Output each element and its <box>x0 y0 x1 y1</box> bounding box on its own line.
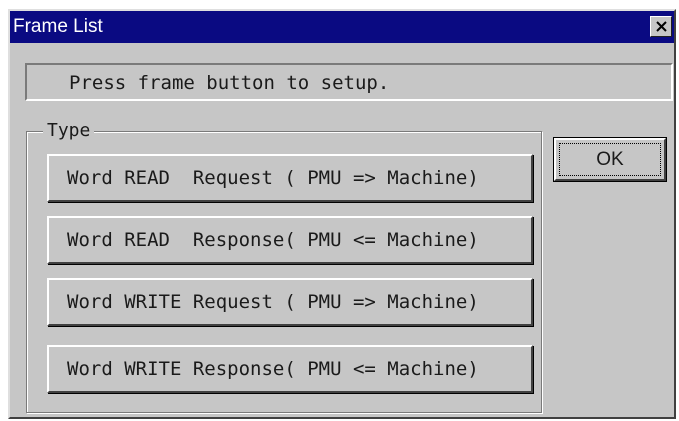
status-message: Press frame button to setup. <box>69 72 390 94</box>
button-label: Word READ Response( PMU <= Machine) <box>67 229 479 251</box>
word-read-request-button[interactable]: Word READ Request ( PMU => Machine) <box>47 154 533 202</box>
close-button[interactable] <box>650 16 672 37</box>
word-write-response-button[interactable]: Word WRITE Response( PMU <= Machine) <box>47 345 533 393</box>
button-label: Word READ Request ( PMU => Machine) <box>67 167 479 189</box>
ok-button-label: OK <box>596 149 624 170</box>
word-read-response-button[interactable]: Word READ Response( PMU <= Machine) <box>47 216 533 264</box>
window-title: Frame List <box>13 16 103 37</box>
close-icon <box>656 21 667 32</box>
title-bar[interactable]: Frame List <box>10 11 674 43</box>
button-label: Word WRITE Response( PMU <= Machine) <box>67 358 479 380</box>
type-groupbox: Type Word READ Request ( PMU => Machine)… <box>26 121 542 413</box>
button-label: Word WRITE Request ( PMU => Machine) <box>67 291 479 313</box>
type-group-label: Type <box>43 121 95 141</box>
status-message-box: Press frame button to setup. <box>25 63 673 101</box>
frame-list-dialog: Frame List Press frame button to setup. … <box>8 9 676 419</box>
word-write-request-button[interactable]: Word WRITE Request ( PMU => Machine) <box>47 278 533 326</box>
ok-button[interactable]: OK <box>553 137 667 182</box>
